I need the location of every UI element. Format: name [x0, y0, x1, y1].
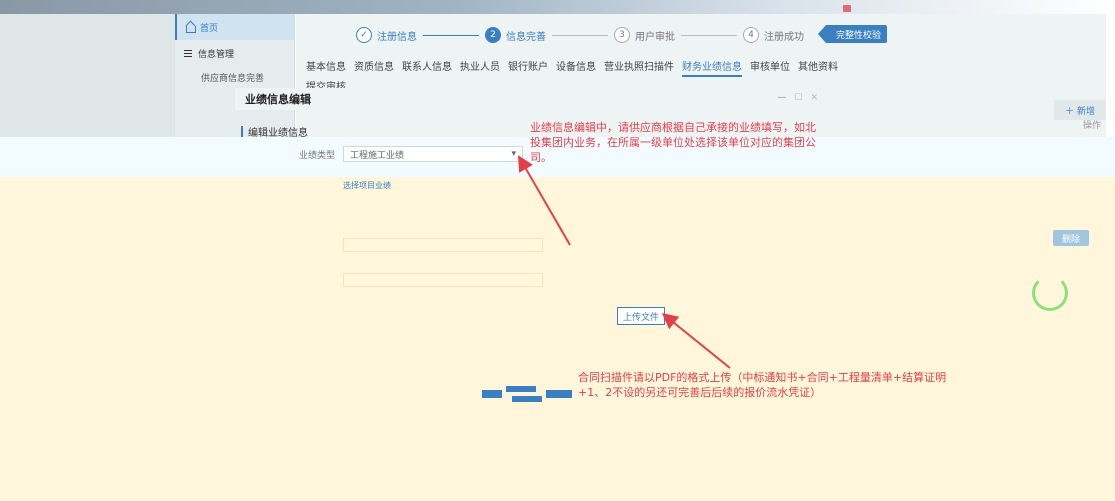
step-connector: [681, 34, 737, 36]
section-title-label: 编辑业绩信息: [248, 128, 308, 139]
top-header-bar: [0, 0, 1115, 14]
plus-icon: ＋: [1064, 106, 1074, 117]
performance-tip-text: 业绩信息编辑中，请供应商根据自己承接的业绩填写，如北投集团内业务，在所属一级单位…: [530, 121, 816, 164]
form-field-input[interactable]: [343, 273, 543, 287]
sidebar-item-home[interactable]: 首页: [175, 14, 294, 40]
step-label: 注册成功: [764, 31, 804, 43]
step-label: 用户审批: [635, 31, 675, 43]
sidebar-item-info-management[interactable]: 信息管理: [175, 40, 294, 66]
form-field-row: [255, 238, 543, 252]
registration-steps: ✓ 注册信息 2 信息完善 3 用户审批 4 注册成功: [356, 22, 804, 48]
performance-type-row: 业绩类型 工程施工业绩 ▾: [255, 146, 523, 162]
chevron-down-icon: ▾: [511, 149, 516, 159]
tab-bank-account[interactable]: 银行账户: [508, 58, 548, 77]
tab-other-materials[interactable]: 其他资料: [798, 58, 838, 77]
performance-type-label: 业绩类型: [298, 150, 335, 161]
dialog-header: 业绩信息编辑 — ☐ ✕: [235, 88, 826, 110]
section-title: 编辑业绩信息: [241, 124, 308, 139]
home-icon: [185, 22, 196, 33]
close-icon[interactable]: ✕: [810, 93, 818, 103]
tab-practitioners[interactable]: 执业人员: [460, 58, 500, 77]
step-label: 注册信息: [377, 31, 417, 43]
project-select-row: 选择项目业绩: [255, 180, 391, 191]
info-tabs: 基本信息 资质信息 联系人信息 执业人员 银行账户 设备信息 营业执照扫描件 财…: [306, 58, 838, 77]
performance-type-select[interactable]: 工程施工业绩 ▾: [343, 146, 523, 162]
tab-license-scan[interactable]: 营业执照扫描件: [604, 58, 674, 77]
performance-type-value: 工程施工业绩: [350, 150, 405, 161]
dialog-title: 业绩信息编辑: [245, 93, 311, 106]
maximize-icon[interactable]: ☐: [794, 93, 802, 103]
integrity-check-button[interactable]: 完整性校验: [818, 25, 888, 43]
tab-basic-info[interactable]: 基本信息: [306, 58, 346, 77]
add-button[interactable]: ＋ 新增: [1054, 100, 1106, 120]
step-number: 4: [743, 27, 759, 43]
notification-marker: [843, 5, 851, 12]
step-label: 信息完善: [506, 31, 546, 43]
upload-file-button[interactable]: 上传文件: [617, 307, 665, 325]
step-register-info: ✓ 注册信息: [356, 27, 417, 43]
decorative-banner: [482, 386, 572, 402]
tab-finance-performance[interactable]: 财务业绩信息: [682, 58, 742, 77]
sidebar-item-label: 首页: [200, 23, 219, 34]
select-project-link[interactable]: 选择项目业绩: [343, 180, 391, 191]
delete-button[interactable]: 删除: [1053, 230, 1089, 246]
step-check-icon: ✓: [356, 27, 372, 43]
operation-column-header: 操作: [1082, 121, 1101, 131]
form-field-input[interactable]: [343, 238, 543, 252]
tab-contacts[interactable]: 联系人信息: [402, 58, 452, 77]
contract-scan-tip-text: 合同扫描件请以PDF的格式上传（中标通知书+合同+工程量清单+结算证明+1、2不…: [578, 371, 947, 399]
step-register-success: 4 注册成功: [743, 27, 804, 43]
step-number: 2: [485, 27, 501, 43]
tab-qualification[interactable]: 资质信息: [354, 58, 394, 77]
sidebar-item-label: 供应商信息完善: [201, 73, 265, 84]
step-info-complete: 2 信息完善: [485, 27, 546, 43]
loading-spinner-icon: [1032, 275, 1068, 311]
tab-equipment[interactable]: 设备信息: [556, 58, 596, 77]
minimize-icon[interactable]: —: [777, 93, 786, 103]
step-user-approval: 3 用户审批: [614, 27, 675, 43]
sidebar-item-supplier-info[interactable]: 供应商信息完善: [175, 66, 294, 88]
form-field-row: [255, 273, 543, 287]
step-connector: [552, 34, 608, 36]
dialog-controls: — ☐ ✕: [777, 93, 818, 103]
tab-audit-unit[interactable]: 审核单位: [750, 58, 790, 77]
step-connector: [423, 34, 479, 36]
add-button-label: 新增: [1077, 106, 1096, 117]
list-icon: [183, 48, 193, 58]
step-number: 3: [614, 27, 630, 43]
sidebar-item-label: 信息管理: [198, 49, 235, 60]
